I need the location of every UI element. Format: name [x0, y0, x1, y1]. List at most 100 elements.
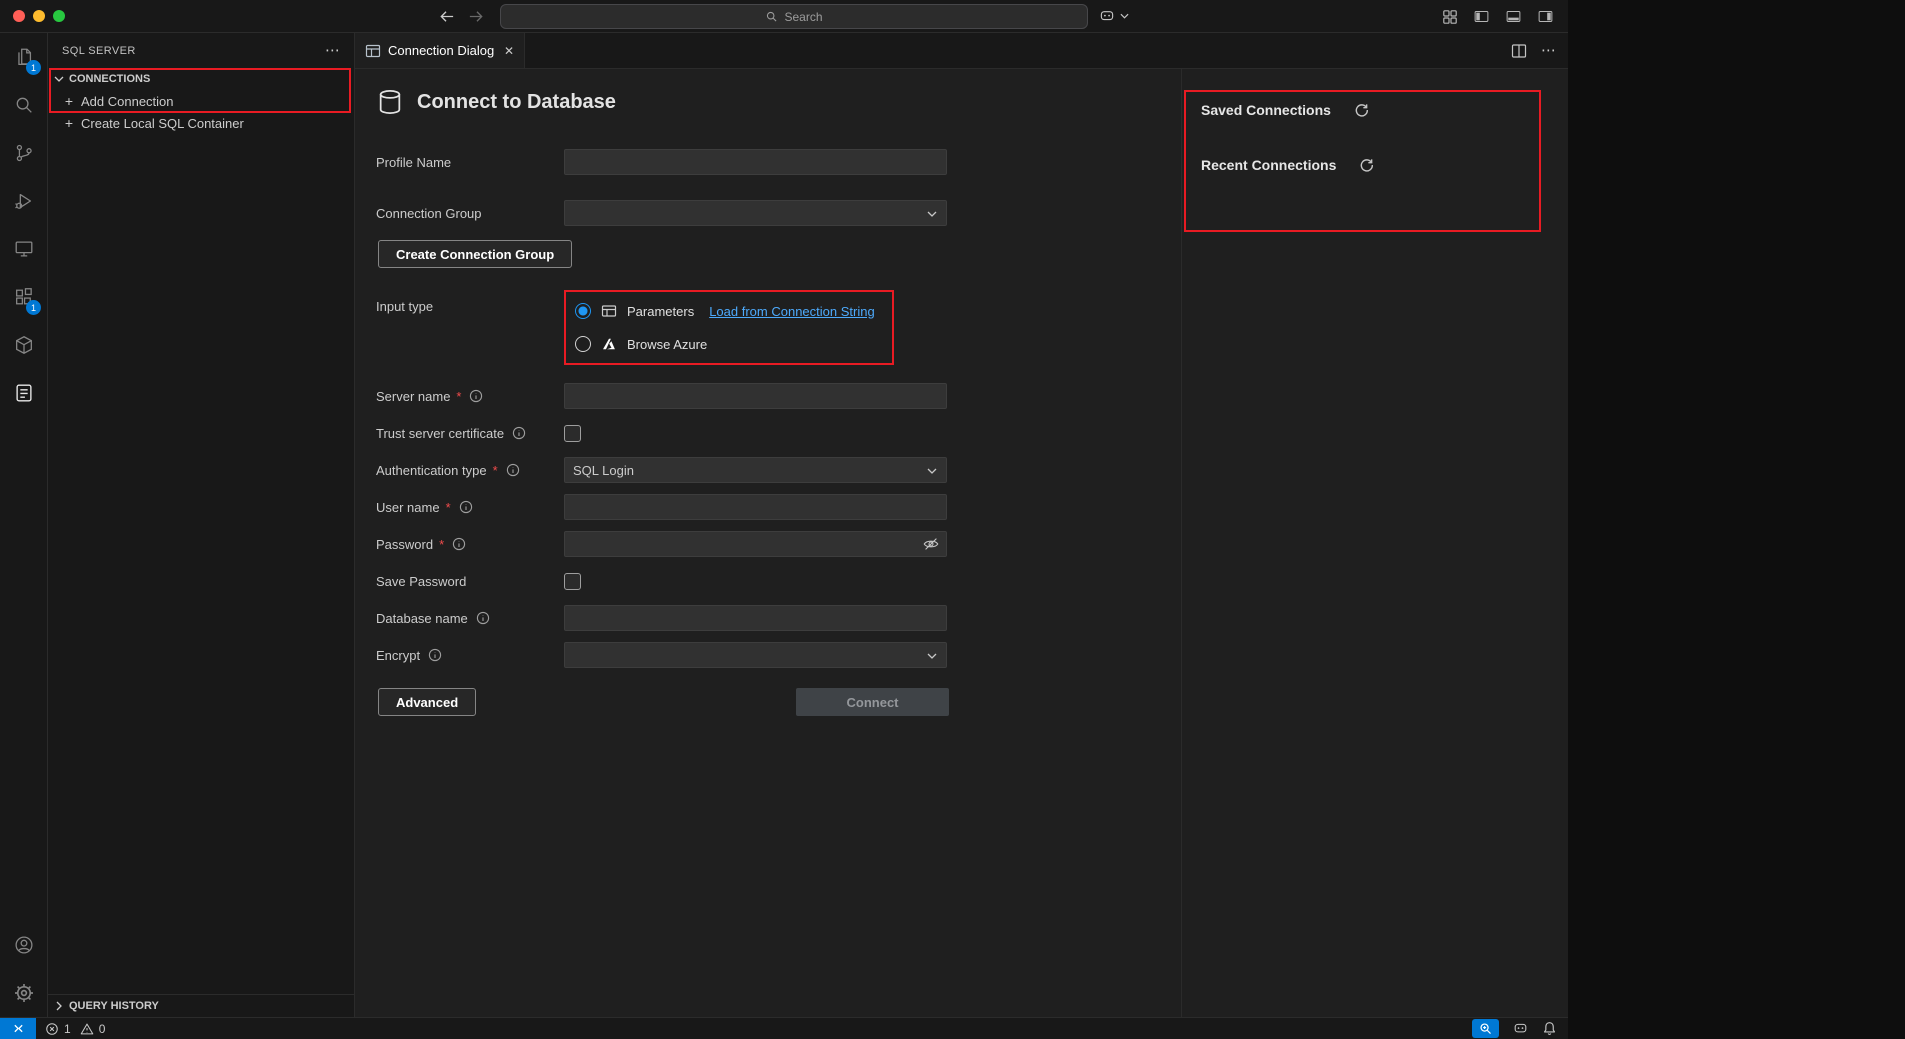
apps-grid-icon[interactable] — [1442, 9, 1458, 25]
activity-source-control[interactable] — [0, 129, 47, 177]
user-name-input[interactable] — [564, 494, 947, 520]
search-command-center[interactable]: Search — [500, 4, 1088, 29]
layout-panel-icon[interactable] — [1505, 8, 1522, 25]
warning-count: 0 — [99, 1022, 106, 1036]
password-row: Password * — [376, 531, 1181, 557]
activity-database-projects[interactable] — [0, 321, 47, 369]
zoom-indicator[interactable] — [1472, 1019, 1499, 1038]
activity-sql-server[interactable] — [0, 369, 47, 417]
search-placeholder: Search — [784, 10, 822, 24]
main-area: 1 1 — [0, 33, 1568, 1017]
layout-sidebar-right-icon[interactable] — [1537, 8, 1554, 25]
profile-name-label: Profile Name — [376, 155, 451, 170]
desktop: Search 1 — [0, 0, 1905, 1039]
copilot-icon — [1098, 7, 1116, 25]
sidebar-header: SQL SERVER ⋯ — [48, 33, 354, 68]
trust-certificate-checkbox[interactable] — [564, 425, 581, 442]
remote-indicator[interactable] — [0, 1018, 36, 1039]
info-icon — [428, 648, 442, 662]
save-password-checkbox[interactable] — [564, 573, 581, 590]
required-marker: * — [493, 463, 498, 478]
run-debug-icon — [13, 190, 35, 212]
input-type-row: Input type Parameters Load from Connecti… — [376, 290, 1181, 365]
forward-arrow-icon[interactable] — [468, 8, 485, 25]
activity-extensions[interactable]: 1 — [0, 273, 47, 321]
query-history-section-header[interactable]: QUERY HISTORY — [48, 994, 354, 1017]
vscode-window: Search 1 — [0, 0, 1568, 1039]
toggle-password-visibility-icon[interactable] — [922, 535, 940, 553]
account-icon — [13, 934, 35, 956]
layout-sidebar-left-icon[interactable] — [1473, 8, 1490, 25]
browse-azure-radio[interactable] — [575, 336, 591, 352]
sidebar-item-add-connection[interactable]: + Add Connection — [48, 90, 354, 112]
user-name-label: User name — [376, 500, 440, 515]
activity-remote-explorer[interactable] — [0, 225, 47, 273]
create-connection-group-button[interactable]: Create Connection Group — [378, 240, 572, 268]
error-count: 1 — [64, 1022, 71, 1036]
info-icon — [476, 611, 490, 625]
password-input-wrapper — [564, 531, 947, 557]
split-editor-icon[interactable] — [1511, 43, 1527, 59]
close-window-button[interactable] — [13, 10, 25, 22]
connect-button[interactable]: Connect — [796, 688, 949, 716]
close-tab-icon[interactable]: ✕ — [504, 44, 514, 58]
bell-icon[interactable] — [1542, 1021, 1557, 1036]
create-group-row: Create Connection Group — [378, 240, 1181, 268]
refresh-icon[interactable] — [1358, 157, 1374, 173]
sidebar: SQL SERVER ⋯ CONNECTIONS + Add Connectio… — [48, 33, 355, 1017]
database-name-input[interactable] — [564, 605, 947, 631]
more-actions-icon[interactable]: ⋯ — [325, 46, 340, 56]
connections-section-header[interactable]: CONNECTIONS — [48, 68, 354, 90]
add-icon: + — [61, 93, 77, 109]
server-name-input[interactable] — [564, 383, 947, 409]
profile-name-input[interactable] — [564, 149, 947, 175]
extensions-badge: 1 — [26, 300, 41, 315]
password-input[interactable] — [564, 531, 947, 557]
browse-azure-label: Browse Azure — [627, 337, 707, 352]
parameters-icon — [601, 303, 617, 319]
tab-connection-dialog[interactable]: Connection Dialog ✕ — [355, 33, 525, 68]
copilot-status-icon[interactable] — [1512, 1020, 1529, 1037]
sidebar-item-create-local-sql-container[interactable]: + Create Local SQL Container — [48, 112, 354, 134]
authentication-type-select[interactable]: SQL Login — [564, 457, 947, 483]
copilot-menu-button[interactable] — [1098, 7, 1129, 25]
activity-search[interactable] — [0, 81, 47, 129]
query-history-label: QUERY HISTORY — [69, 1000, 159, 1012]
refresh-icon[interactable] — [1353, 102, 1369, 118]
activity-run-debug[interactable] — [0, 177, 47, 225]
minimize-window-button[interactable] — [33, 10, 45, 22]
required-marker: * — [456, 389, 461, 404]
connection-dialog-body: Connect to Database Profile Name Connect… — [355, 69, 1568, 1017]
dialog-buttons-row: Advanced Connect — [378, 688, 949, 716]
history-nav — [438, 8, 485, 25]
load-from-connection-string-link[interactable]: Load from Connection String — [709, 304, 874, 319]
authentication-type-value: SQL Login — [573, 463, 634, 478]
parameters-label: Parameters — [627, 304, 694, 319]
tab-bar: Connection Dialog ✕ ⋯ — [355, 33, 1568, 69]
advanced-button[interactable]: Advanced — [378, 688, 476, 716]
chevron-down-icon — [927, 653, 937, 659]
chevron-right-icon — [51, 998, 67, 1014]
trust-certificate-label: Trust server certificate — [376, 426, 504, 441]
statusbar-right — [1472, 1019, 1568, 1038]
activity-settings[interactable] — [0, 969, 47, 1017]
trust-certificate-row: Trust server certificate — [376, 420, 1181, 446]
activity-explorer[interactable]: 1 — [0, 33, 47, 81]
back-arrow-icon[interactable] — [438, 8, 455, 25]
problems-indicator[interactable]: 1 0 — [45, 1022, 109, 1036]
save-password-label: Save Password — [376, 574, 466, 589]
parameters-radio[interactable] — [575, 303, 591, 319]
chevron-down-icon — [927, 468, 937, 474]
magnifier-plus-icon — [1479, 1022, 1492, 1035]
parameters-option-row: Parameters Load from Connection String — [575, 299, 883, 323]
encrypt-row: Encrypt — [376, 642, 1181, 668]
connection-group-select[interactable] — [564, 200, 947, 226]
info-icon — [469, 389, 483, 403]
encrypt-select[interactable] — [564, 642, 947, 668]
maximize-window-button[interactable] — [53, 10, 65, 22]
azure-icon — [601, 336, 617, 352]
traffic-lights — [13, 10, 65, 22]
activity-accounts[interactable] — [0, 921, 47, 969]
more-actions-icon[interactable]: ⋯ — [1541, 46, 1556, 56]
connection-dialog-tab-icon — [365, 43, 381, 59]
